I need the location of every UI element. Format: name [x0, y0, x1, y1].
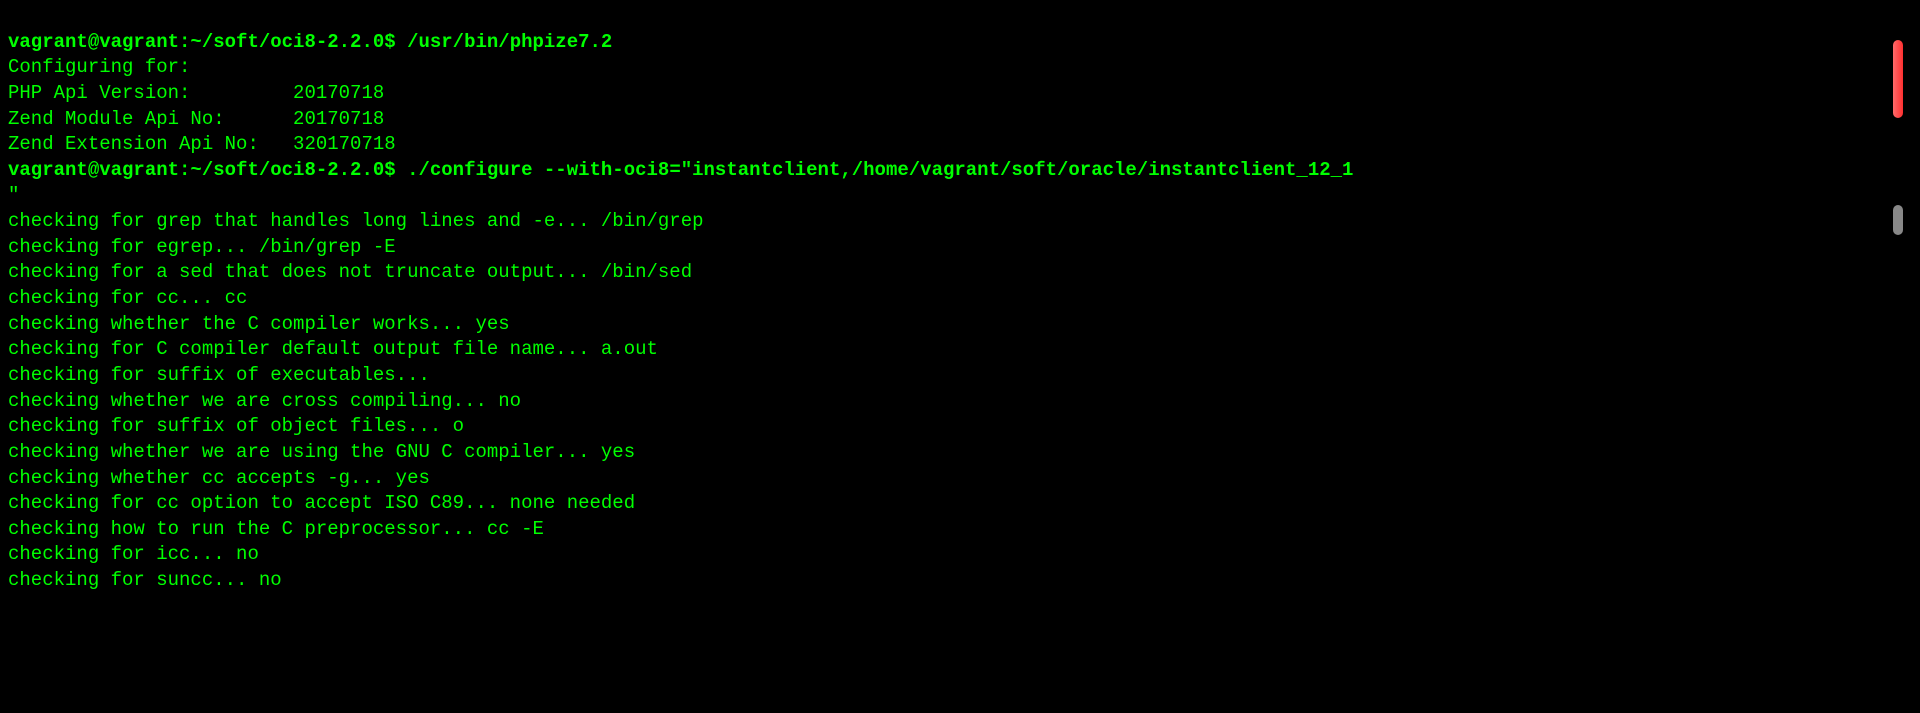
- scrollbar-thumb[interactable]: [1893, 205, 1903, 235]
- shell-command: ./configure --with-oci8="instantclient,/…: [407, 159, 1353, 181]
- scrollbar-marker[interactable]: [1893, 40, 1903, 118]
- terminal-line: checking for icc... no: [8, 543, 259, 565]
- terminal-line: PHP Api Version: 20170718: [8, 82, 384, 104]
- terminal-line: checking for cc... cc: [8, 287, 247, 309]
- terminal-line: checking for suncc... no: [8, 569, 282, 591]
- terminal-line: checking for suffix of object files... o: [8, 415, 464, 437]
- terminal-line: vagrant@vagrant:~/soft/oci8-2.2.0$ ./con…: [8, 159, 1353, 181]
- terminal-line: vagrant@vagrant:~/soft/oci8-2.2.0$ /usr/…: [8, 31, 612, 53]
- terminal-line: checking for suffix of executables...: [8, 364, 441, 386]
- terminal-line: checking for a sed that does not truncat…: [8, 261, 692, 283]
- terminal-line: checking whether cc accepts -g... yes: [8, 467, 430, 489]
- terminal-line: checking for egrep... /bin/grep -E: [8, 236, 396, 258]
- terminal-line: checking how to run the C preprocessor..…: [8, 518, 544, 540]
- terminal-output[interactable]: vagrant@vagrant:~/soft/oci8-2.2.0$ /usr/…: [0, 0, 1905, 598]
- terminal-line: Zend Module Api No: 20170718: [8, 108, 384, 130]
- terminal-line: checking whether the C compiler works...…: [8, 313, 510, 335]
- terminal-line: checking for C compiler default output f…: [8, 338, 658, 360]
- shell-prompt: vagrant@vagrant:~/soft/oci8-2.2.0$: [8, 31, 407, 53]
- terminal-line: ": [8, 184, 19, 206]
- terminal-line: checking whether we are using the GNU C …: [8, 441, 635, 463]
- scrollbar[interactable]: [1890, 0, 1905, 713]
- terminal-line: Zend Extension Api No: 320170718: [8, 133, 396, 155]
- terminal-line: checking for cc option to accept ISO C89…: [8, 492, 635, 514]
- shell-prompt: vagrant@vagrant:~/soft/oci8-2.2.0$: [8, 159, 407, 181]
- terminal-line: checking for grep that handles long line…: [8, 210, 704, 232]
- shell-command: /usr/bin/phpize7.2: [407, 31, 612, 53]
- terminal-line: Configuring for:: [8, 56, 190, 78]
- terminal-line: checking whether we are cross compiling.…: [8, 390, 521, 412]
